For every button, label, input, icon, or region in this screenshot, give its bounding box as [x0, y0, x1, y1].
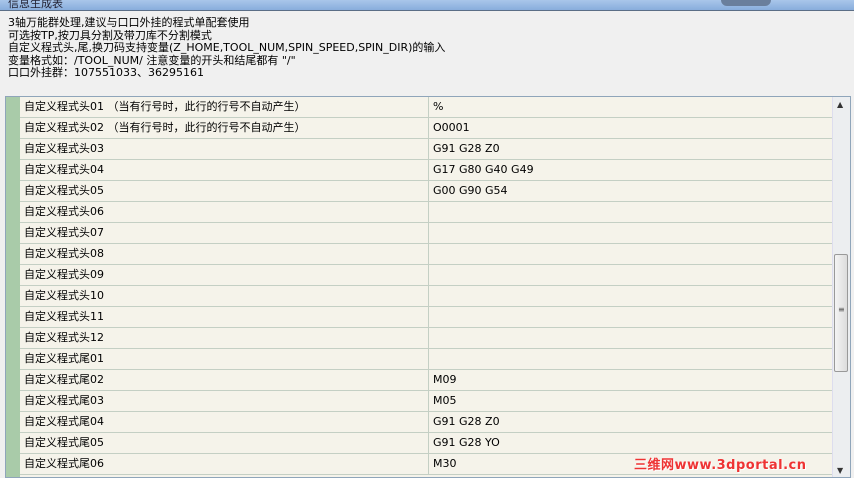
property-value-field[interactable]: [429, 307, 832, 327]
grid-rows: 自定义程式头01 （当有行号时，此行的行号不自动产生）% 自定义程式头02 （当有…: [20, 97, 832, 475]
property-name: 自定义程式尾05: [20, 433, 429, 453]
property-value-field[interactable]: M05: [429, 391, 832, 411]
table-row[interactable]: 自定义程式头04 G17 G80 G40 G49: [20, 160, 832, 181]
property-name: 自定义程式头11: [20, 307, 429, 327]
property-value-field[interactable]: O0001: [429, 118, 832, 138]
property-name: 自定义程式尾02: [20, 370, 429, 390]
note-line: 3轴万能群处理,建议与口口外挂的程式单配套使用: [8, 16, 250, 29]
property-name: 自定义程式尾03: [20, 391, 429, 411]
title-bar: 信息生成表: [0, 0, 854, 11]
property-name: 自定义程式头12: [20, 328, 429, 348]
table-row[interactable]: 自定义程式头12: [20, 328, 832, 349]
note-line: 口口外挂群：107551033、36295161: [8, 66, 204, 79]
property-value-field[interactable]: [429, 223, 832, 243]
table-row[interactable]: 自定义程式头10: [20, 286, 832, 307]
table-row[interactable]: 自定义程式头07: [20, 223, 832, 244]
table-row[interactable]: 自定义程式头05 G00 G90 G54: [20, 181, 832, 202]
table-row[interactable]: 自定义程式头06: [20, 202, 832, 223]
property-grid: 自定义程式头01 （当有行号时，此行的行号不自动产生）% 自定义程式头02 （当有…: [5, 96, 851, 478]
property-name: 自定义程式头04: [20, 160, 429, 180]
table-row[interactable]: 自定义程式头09: [20, 265, 832, 286]
property-value-field[interactable]: G91 G28 Z0: [429, 412, 832, 432]
property-name: 自定义程式头03: [20, 139, 429, 159]
table-row[interactable]: 自定义程式头11: [20, 307, 832, 328]
property-value-field[interactable]: %: [429, 97, 832, 117]
table-row[interactable]: 自定义程式尾05 G91 G28 YO: [20, 433, 832, 454]
table-row[interactable]: 自定义程式尾04 G91 G28 Z0: [20, 412, 832, 433]
table-row[interactable]: 自定义程式头03 G91 G28 Z0: [20, 139, 832, 160]
property-value-field[interactable]: M09: [429, 370, 832, 390]
table-row[interactable]: 自定义程式尾02 M09: [20, 370, 832, 391]
property-value-field[interactable]: [429, 202, 832, 222]
property-value-field[interactable]: G91 G28 Z0: [429, 139, 832, 159]
property-value-field[interactable]: [429, 286, 832, 306]
info-notes: 3轴万能群处理,建议与口口外挂的程式单配套使用 可选按TP,按刀具分割及带刀库不…: [8, 16, 446, 80]
note-line: 自定义程式头,尾,换刀码支持变量(Z_HOME,TOOL_NUM,SPIN_SP…: [8, 41, 446, 54]
table-row[interactable]: 自定义程式尾03 M05: [20, 391, 832, 412]
property-value-field[interactable]: G17 G80 G40 G49: [429, 160, 832, 180]
property-value-field[interactable]: [429, 265, 832, 285]
property-name: 自定义程式头08: [20, 244, 429, 264]
property-name: 自定义程式头02 （当有行号时，此行的行号不自动产生）: [20, 118, 429, 138]
table-row[interactable]: 自定义程式头01 （当有行号时，此行的行号不自动产生）%: [20, 97, 832, 118]
grid-margin: [6, 97, 20, 477]
property-name: 自定义程式尾06: [20, 454, 429, 474]
watermark: 三维网www.3dportal.cn: [634, 458, 807, 473]
property-name: 自定义程式头01 （当有行号时，此行的行号不自动产生）: [20, 97, 429, 117]
property-value-field[interactable]: [429, 244, 832, 264]
grip-icon: ≡: [838, 305, 845, 314]
scroll-up-icon[interactable]: ▲: [837, 100, 843, 109]
property-value-field[interactable]: [429, 328, 832, 348]
property-name: 自定义程式头06: [20, 202, 429, 222]
property-name: 自定义程式头05: [20, 181, 429, 201]
vertical-scrollbar[interactable]: ▲ ≡ ▼: [832, 97, 850, 477]
property-name: 自定义程式头10: [20, 286, 429, 306]
scrollbar-thumb[interactable]: ≡: [834, 254, 848, 372]
property-name: 自定义程式头07: [20, 223, 429, 243]
table-row[interactable]: 自定义程式头08: [20, 244, 832, 265]
property-value-field[interactable]: G91 G28 YO: [429, 433, 832, 453]
property-value-field[interactable]: G00 G90 G54: [429, 181, 832, 201]
window-title: 信息生成表: [8, 0, 63, 10]
table-row[interactable]: 自定义程式头02 （当有行号时，此行的行号不自动产生） O0001: [20, 118, 832, 139]
property-name: 自定义程式尾04: [20, 412, 429, 432]
property-value-field[interactable]: [429, 349, 832, 369]
scroll-down-icon[interactable]: ▼: [837, 466, 843, 475]
property-name: 自定义程式尾01: [20, 349, 429, 369]
close-button[interactable]: [721, 0, 771, 6]
property-name: 自定义程式头09: [20, 265, 429, 285]
table-row[interactable]: 自定义程式尾01: [20, 349, 832, 370]
